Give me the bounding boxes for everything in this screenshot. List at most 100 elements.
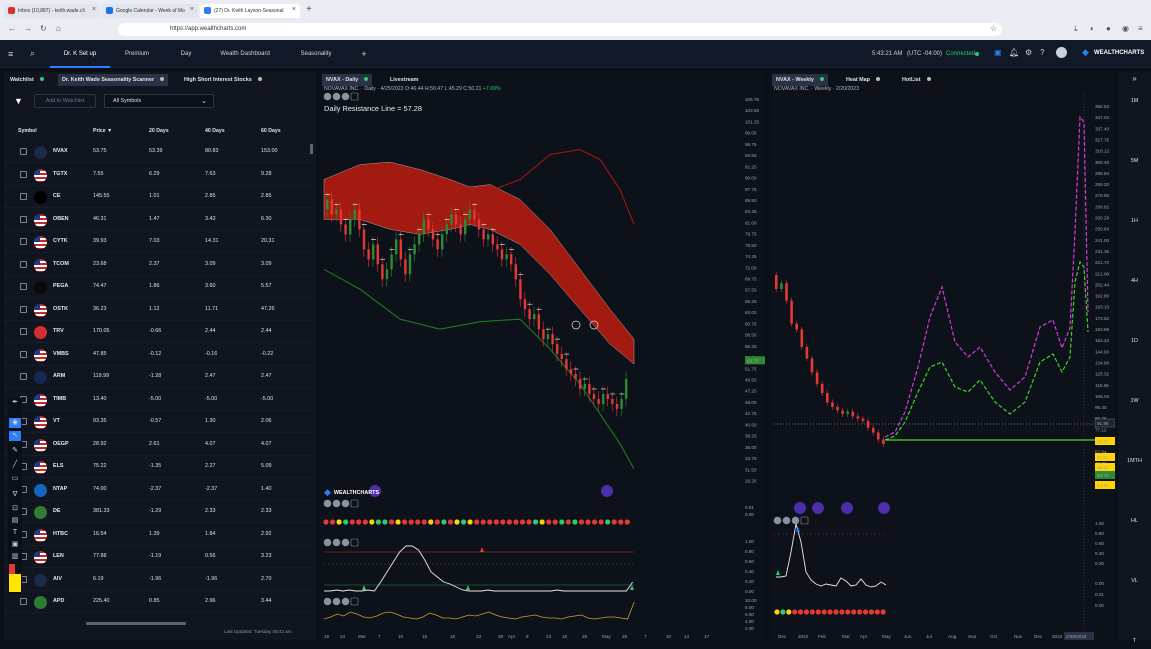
symbol-cell[interactable]: DE <box>53 508 61 514</box>
table-row[interactable]: CE 145.55 1.01 2.85 2.85 <box>4 186 312 208</box>
brush-icon[interactable]: ᐁ <box>9 490 21 500</box>
bookmark-star-icon[interactable]: ☆ <box>990 24 997 33</box>
timeframe-4h[interactable]: 4H <box>1118 278 1151 284</box>
tab-high-short-interest[interactable]: High Short Interest Stocks <box>180 74 266 86</box>
row-checkbox[interactable] <box>20 598 27 605</box>
symbol-cell[interactable]: OBEN <box>53 216 69 222</box>
table-row[interactable]: NTAP 74.00 -2.37 -2.37 1.40 <box>4 479 312 501</box>
timeframe-t[interactable]: T <box>1118 638 1151 644</box>
browser-tab-calendar[interactable]: Google Calendar - Week of Mo × <box>102 4 198 18</box>
drawing-anchor-handle[interactable] <box>571 320 581 330</box>
expand-icon[interactable]: » <box>1118 74 1151 83</box>
timeframe-1mth[interactable]: 1MTH <box>1118 458 1151 464</box>
symbol-cell[interactable]: CYTK <box>53 238 68 244</box>
tab-premium[interactable]: Premium <box>112 40 162 68</box>
row-checkbox[interactable] <box>20 350 27 358</box>
new-tab-button[interactable]: + <box>306 4 312 15</box>
table-row[interactable]: ARM 119.99 -1.28 2.47 2.47 <box>4 366 312 388</box>
close-icon[interactable]: × <box>92 6 96 13</box>
symbol-cell[interactable]: LEN <box>53 553 64 559</box>
tab-wealth-dashboard[interactable]: Wealth Dashboard <box>210 40 280 68</box>
ruler-icon[interactable]: ▭ <box>9 474 21 484</box>
symbol-cell[interactable]: NVAX <box>53 148 68 154</box>
extension-icon[interactable]: ● <box>1106 24 1111 33</box>
extension-icon[interactable]: ◐ <box>1090 24 1095 33</box>
indicator-2-control-icon[interactable] <box>332 538 341 547</box>
save-icon[interactable]: ▣ <box>994 48 1002 57</box>
timeframe-1w[interactable]: 1W <box>1118 398 1151 404</box>
table-row[interactable]: OSTK 36.23 1.12 11.71 47.26 <box>4 299 312 321</box>
gear-icon[interactable]: ⚙ <box>1025 48 1032 57</box>
indicator-3-control-icon[interactable] <box>341 597 350 606</box>
reload-icon[interactable]: ↻ <box>40 24 47 33</box>
table-row[interactable]: OEGP 28.92 2.61 4.07 4.07 <box>4 434 312 456</box>
indicator-link-icon[interactable] <box>841 502 853 514</box>
timeframe-1m[interactable]: 1M <box>1118 98 1151 104</box>
symbol-cell[interactable]: HTBC <box>53 531 68 537</box>
table-row[interactable]: ELS 75.22 -1.35 2.27 5.09 <box>4 456 312 478</box>
indicator-link-icon[interactable] <box>794 502 806 514</box>
symbol-cell[interactable]: ARM <box>53 373 65 379</box>
timeframe-vl[interactable]: VL <box>1118 578 1151 584</box>
camera-icon[interactable]: ▣ <box>9 540 21 550</box>
symbol-cell[interactable]: APD <box>53 598 64 604</box>
symbol-cell[interactable]: TCOM <box>53 261 69 267</box>
table-row[interactable]: CYTK 39.93 7.03 14.31 20.31 <box>4 231 312 253</box>
symbol-cell[interactable]: TRV <box>53 328 64 334</box>
indicator-1-control-icon[interactable] <box>332 499 341 508</box>
symbol-filter-select[interactable]: All Symbols ⌄ <box>104 94 214 108</box>
symbol-cell[interactable]: TGTX <box>53 171 67 177</box>
indicator-link-icon[interactable] <box>812 502 824 514</box>
indicator-1-control-icon[interactable] <box>773 516 782 525</box>
symbol-cell[interactable]: VMBS <box>53 351 69 357</box>
home-icon[interactable]: ⌂ <box>56 24 61 33</box>
symbol-cell[interactable]: AIV <box>53 576 62 582</box>
symbol-cell[interactable]: PEGA <box>53 283 68 289</box>
column-header-symbol[interactable]: Symbol <box>18 128 37 134</box>
symbol-cell[interactable]: OEGP <box>53 441 69 447</box>
indicator-2-control-icon[interactable] <box>350 538 359 547</box>
vertical-scrollbar[interactable] <box>310 144 313 154</box>
indicator-1-control-icon[interactable] <box>791 516 800 525</box>
symbol-cell[interactable]: CE <box>53 193 61 199</box>
column-header-price[interactable]: Price ▼ <box>93 128 112 134</box>
weekly-chart-svg[interactable]: 356.53 347.04 337.40 327.75 318.12 308.48 298.… <box>770 72 1115 640</box>
tab-seasonality-scanner[interactable]: Dr. Keith Wade Seasonality Scanner <box>58 74 169 86</box>
pencil-icon[interactable]: ✎ <box>9 446 21 456</box>
tab-dr-k-setup[interactable]: Dr. K Set up <box>50 40 110 68</box>
table-row[interactable]: VT 93.35 -0.57 1.30 2.06 <box>4 411 312 433</box>
row-checkbox[interactable] <box>20 193 27 200</box>
eye-icon[interactable]: ◉ <box>9 418 21 428</box>
tab-seasonality[interactable]: Seasonality <box>286 40 346 68</box>
timeframe-hl[interactable]: HL <box>1118 518 1151 524</box>
table-row[interactable]: TRV 170.05 -0.66 2.44 2.44 <box>4 321 312 343</box>
text-tool-icon[interactable]: T <box>9 528 21 538</box>
symbol-cell[interactable]: OSTK <box>53 306 68 312</box>
menu-icon[interactable]: ≡ <box>1138 24 1143 33</box>
table-row[interactable]: PEGA 74.47 1.86 3.60 5.57 <box>4 276 312 298</box>
row-checkbox[interactable] <box>20 305 27 313</box>
row-checkbox[interactable] <box>20 148 27 155</box>
column-header-20-days[interactable]: 20 Days <box>149 128 169 134</box>
horizontal-scrollbar[interactable] <box>86 622 186 625</box>
indicator-3-control-icon[interactable] <box>350 597 359 606</box>
cursor-icon[interactable]: ↖ <box>9 431 21 441</box>
browser-tab-gmail[interactable]: Inbox (10,887) - keith.wade.cli × <box>4 4 100 18</box>
add-to-watchlist-button[interactable]: Add to Watchlist <box>34 94 96 108</box>
filter-icon[interactable]: ▼ <box>14 96 23 106</box>
browser-tab-wealthcharts[interactable]: (27) Dr. Keith Layson-Seasonal × <box>200 4 300 18</box>
symbol-cell[interactable]: VT <box>53 418 60 424</box>
lock-icon[interactable]: ⊡ <box>9 504 21 514</box>
indicator-1-control-icon[interactable] <box>782 516 791 525</box>
indicator-3-control-icon[interactable] <box>332 597 341 606</box>
chart-header-control-icon[interactable] <box>323 92 332 101</box>
trash-icon[interactable]: ▤ <box>9 516 21 526</box>
avatar[interactable] <box>1056 47 1067 58</box>
table-row[interactable]: TCOM 23.68 2.37 3.09 3.09 <box>4 254 312 276</box>
symbol-cell[interactable]: NTAP <box>53 486 67 492</box>
timeframe-1h[interactable]: 1H <box>1118 218 1151 224</box>
daily-chart-svg[interactable]: 105.75 103.50 101.25 99.00 96.75 94.50 92.25 90… <box>320 72 765 640</box>
table-row[interactable]: AIV 6.19 -1.96 -1.96 2.70 <box>4 569 312 591</box>
table-row[interactable]: HTBC 16.54 1.39 1.84 2.92 <box>4 524 312 546</box>
color-swatch[interactable] <box>9 564 21 574</box>
